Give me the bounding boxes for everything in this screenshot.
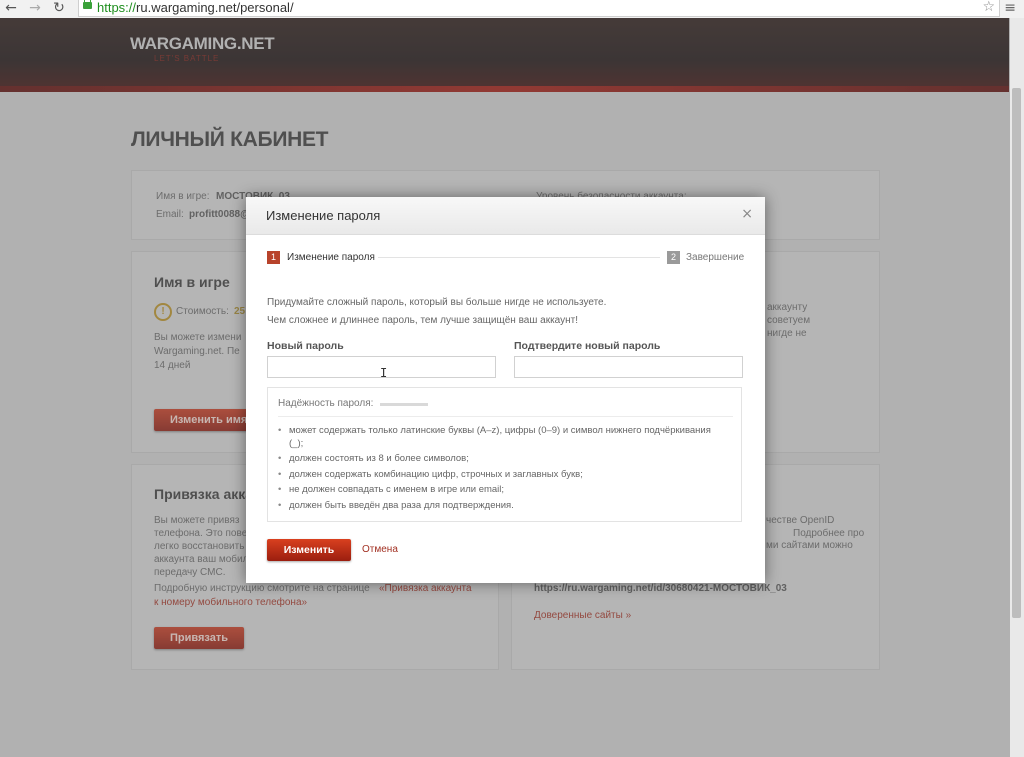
browser-toolbar: ← → ↻ https://ru.wargaming.net/personal/… bbox=[0, 0, 1024, 19]
step-2-label: Завершение bbox=[686, 252, 745, 263]
intro-text-2: Чем сложнее и длиннее пароль, тем лучше … bbox=[267, 315, 579, 326]
star-icon[interactable]: ☆ bbox=[982, 0, 995, 15]
text-cursor-icon: I bbox=[380, 366, 388, 380]
forward-icon[interactable]: → bbox=[26, 0, 44, 18]
url-path: ru.wargaming.net/personal/ bbox=[136, 0, 294, 15]
url-text: https://ru.wargaming.net/personal/ bbox=[97, 0, 294, 15]
hint-item: должен быть введён два раза для подтверж… bbox=[278, 500, 718, 513]
close-icon[interactable]: × bbox=[741, 206, 753, 222]
hints-divider bbox=[278, 416, 733, 417]
address-bar[interactable]: https://ru.wargaming.net/personal/ ☆ bbox=[78, 0, 1000, 17]
hint-item: может содержать только латинские буквы (… bbox=[278, 425, 718, 450]
cancel-link[interactable]: Отмена bbox=[362, 544, 398, 555]
confirm-password-input[interactable] bbox=[514, 356, 743, 378]
strength-label: Надёжность пароля: bbox=[278, 398, 374, 409]
new-password-label: Новый пароль bbox=[267, 340, 344, 352]
password-hints-box: Надёжность пароля: может содержать тольк… bbox=[267, 387, 742, 522]
intro-text-1: Придумайте сложный пароль, который вы бо… bbox=[267, 297, 607, 308]
strength-meter bbox=[380, 403, 428, 406]
page-scrollbar[interactable] bbox=[1009, 18, 1024, 757]
back-icon[interactable]: ← bbox=[2, 0, 20, 18]
modal-header: Изменение пароля × bbox=[246, 197, 765, 235]
hint-item: должен содержать комбинацию цифр, строчн… bbox=[278, 469, 718, 482]
modal-title: Изменение пароля bbox=[266, 208, 381, 223]
hint-item: должен состоять из 8 и более символов; bbox=[278, 453, 718, 466]
step-progress-line bbox=[378, 257, 660, 258]
step-1-number: 1 bbox=[267, 251, 280, 264]
step-1-label: Изменение пароля bbox=[287, 252, 375, 263]
scroll-thumb[interactable] bbox=[1012, 88, 1021, 618]
hint-list: может содержать только латинские буквы (… bbox=[278, 425, 718, 515]
menu-icon[interactable]: ≡ bbox=[1004, 0, 1016, 16]
step-2-number: 2 bbox=[667, 251, 680, 264]
url-protocol: https:// bbox=[97, 0, 137, 15]
hint-item: не должен совпадать с именем в игре или … bbox=[278, 484, 718, 497]
lock-icon bbox=[83, 0, 92, 9]
change-password-modal: Изменение пароля × 1 Изменение пароля 2 … bbox=[246, 197, 765, 583]
reload-icon[interactable]: ↻ bbox=[50, 0, 68, 18]
submit-button[interactable]: Изменить bbox=[267, 539, 351, 561]
confirm-password-label: Подтвердите новый пароль bbox=[514, 340, 661, 352]
